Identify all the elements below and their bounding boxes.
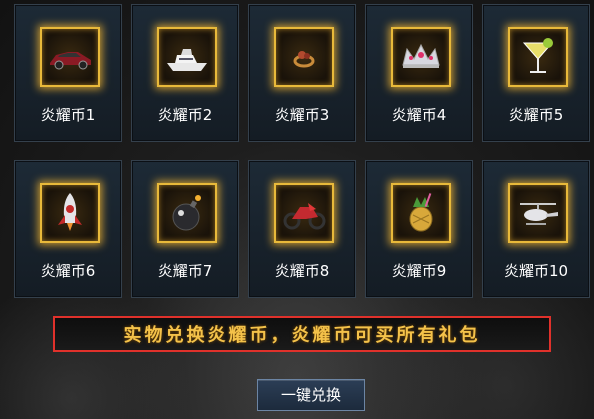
helicopter-icon (508, 183, 568, 243)
pineapple-drink-icon (391, 183, 451, 243)
rocket-icon (40, 183, 100, 243)
item-card-8[interactable]: 炎耀币8 (248, 160, 356, 298)
item-card-5[interactable]: 炎耀币5 (482, 4, 590, 142)
bomb-icon (157, 183, 217, 243)
yacht-icon (157, 27, 217, 87)
motorcycle-icon (274, 183, 334, 243)
item-card-6[interactable]: 炎耀币6 (14, 160, 122, 298)
item-card-7[interactable]: 炎耀币7 (131, 160, 239, 298)
item-card-1[interactable]: 炎耀币1 (14, 4, 122, 142)
banner-text: 实物兑换炎耀币，炎耀币可买所有礼包 (123, 325, 481, 346)
item-label: 炎耀币3 (274, 106, 330, 124)
item-card-4[interactable]: 炎耀币4 (365, 4, 473, 142)
item-label: 炎耀币8 (274, 262, 330, 280)
tiara-icon (391, 27, 451, 87)
item-label: 炎耀币7 (157, 262, 213, 280)
item-label: 炎耀币6 (40, 262, 96, 280)
ring-icon (274, 27, 334, 87)
item-card-9[interactable]: 炎耀币9 (365, 160, 473, 298)
item-label: 炎耀币1 (40, 106, 96, 124)
item-card-10[interactable]: 炎耀币10 (482, 160, 590, 298)
item-card-3[interactable]: 炎耀币3 (248, 4, 356, 142)
item-label: 炎耀币9 (391, 262, 447, 280)
item-label: 炎耀币10 (503, 262, 569, 280)
cocktail-icon (508, 27, 568, 87)
sports-car-icon (40, 27, 100, 87)
item-label: 炎耀币5 (508, 106, 564, 124)
item-label: 炎耀币2 (157, 106, 213, 124)
item-label: 炎耀币4 (391, 106, 447, 124)
exchange-all-button[interactable]: 一键兑换 (257, 379, 365, 411)
exchange-notice-banner: 实物兑换炎耀币，炎耀币可买所有礼包 (53, 316, 551, 352)
item-card-2[interactable]: 炎耀币2 (131, 4, 239, 142)
